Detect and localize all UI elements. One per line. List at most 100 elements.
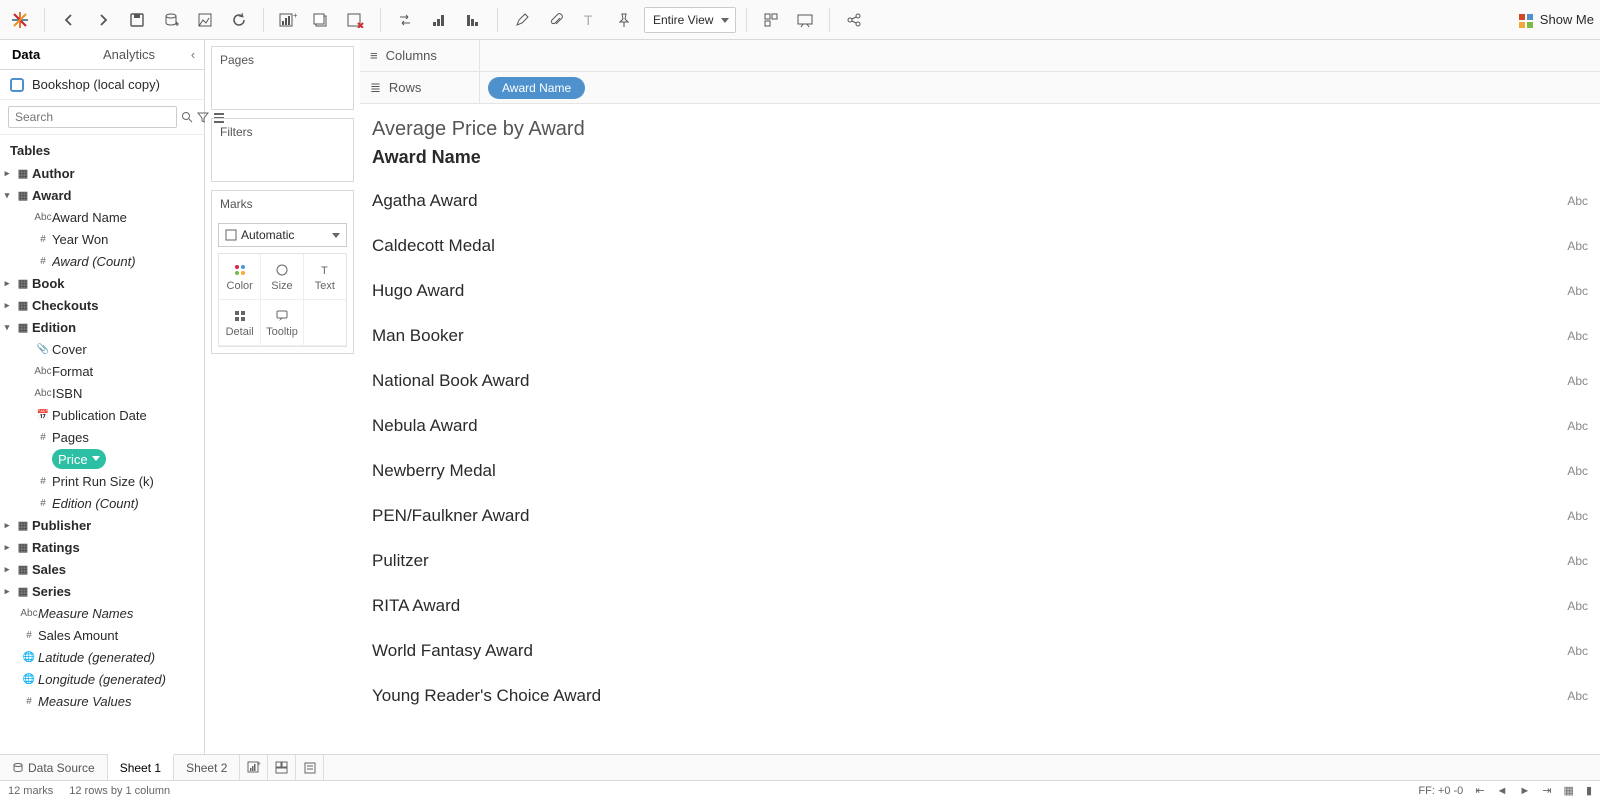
- viz-row[interactable]: PEN/Faulkner AwardAbc: [372, 493, 1588, 538]
- show-cards-icon[interactable]: [757, 6, 785, 34]
- duplicate-sheet-icon[interactable]: [308, 6, 336, 34]
- viz-row[interactable]: Agatha AwardAbc: [372, 178, 1588, 223]
- nav-prev-icon[interactable]: ◄: [1497, 785, 1508, 797]
- table-edition[interactable]: ▾▦Edition: [0, 316, 204, 338]
- sort-desc-icon[interactable]: [459, 6, 487, 34]
- collapse-sidebar-icon[interactable]: ‹: [182, 40, 204, 69]
- table-award[interactable]: ▾▦Award: [0, 184, 204, 206]
- field-format[interactable]: AbcFormat: [0, 360, 204, 382]
- table-checkouts[interactable]: ▸▦Checkouts: [0, 294, 204, 316]
- field-award-count-[interactable]: #Award (Count): [0, 250, 204, 272]
- tab-data[interactable]: Data: [0, 40, 91, 69]
- viz-row[interactable]: World Fantasy AwardAbc: [372, 628, 1588, 673]
- mark-color[interactable]: Color: [219, 254, 261, 300]
- rows-shelf[interactable]: ≣ Rows Award Name: [360, 72, 1600, 104]
- clear-sheet-icon[interactable]: [342, 6, 370, 34]
- nav-last-icon[interactable]: ⇥: [1542, 784, 1551, 797]
- viz-row[interactable]: Man BookerAbc: [372, 313, 1588, 358]
- viz-title[interactable]: Average Price by Award: [372, 118, 1588, 141]
- nav-first-icon[interactable]: ⇤: [1475, 784, 1484, 797]
- datasource-row[interactable]: Bookshop (local copy): [0, 70, 204, 100]
- save-icon[interactable]: [123, 6, 151, 34]
- show-me-button[interactable]: Show Me: [1518, 12, 1594, 27]
- text-icon[interactable]: T: [576, 6, 604, 34]
- viz-row[interactable]: Caldecott MedalAbc: [372, 223, 1588, 268]
- new-datasource-icon[interactable]: [157, 6, 185, 34]
- rows-icon: ≣: [370, 80, 381, 96]
- table-ratings[interactable]: ▸▦Ratings: [0, 536, 204, 558]
- fit-dropdown[interactable]: Entire View: [644, 7, 736, 33]
- swap-icon[interactable]: [391, 6, 419, 34]
- table-book[interactable]: ▸▦Book: [0, 272, 204, 294]
- pages-label: Pages: [212, 47, 353, 73]
- columns-shelf[interactable]: ≡Columns: [360, 40, 1600, 72]
- viz-canvas[interactable]: Average Price by Award Award Name Agatha…: [360, 104, 1600, 754]
- layout-grid-icon[interactable]: ▦: [1564, 784, 1574, 797]
- viz-row[interactable]: Newberry MedalAbc: [372, 448, 1588, 493]
- tab-analytics[interactable]: Analytics: [91, 40, 182, 69]
- highlight-icon[interactable]: [508, 6, 536, 34]
- rows-field-pill[interactable]: Award Name: [488, 77, 585, 99]
- new-sheet-icon[interactable]: +: [274, 6, 302, 34]
- field-edition-count-[interactable]: #Edition (Count): [0, 492, 204, 514]
- measure-sales-amount[interactable]: #Sales Amount: [0, 624, 204, 646]
- logo-icon[interactable]: [6, 6, 34, 34]
- field-award-name[interactable]: AbcAward Name: [0, 206, 204, 228]
- table-author[interactable]: ▸▦Author: [0, 162, 204, 184]
- field-price[interactable]: #Price: [0, 448, 204, 470]
- viz-row[interactable]: RITA AwardAbc: [372, 583, 1588, 628]
- attach-icon[interactable]: [542, 6, 570, 34]
- pages-shelf[interactable]: Pages: [211, 46, 354, 110]
- field-pages[interactable]: #Pages: [0, 426, 204, 448]
- mark-detail[interactable]: Detail: [219, 300, 261, 346]
- share-icon[interactable]: [840, 6, 868, 34]
- viz-row[interactable]: PulitzerAbc: [372, 538, 1588, 583]
- layout-single-icon[interactable]: ▮: [1586, 784, 1592, 797]
- forward-icon[interactable]: [89, 6, 117, 34]
- mark-type-label: Automatic: [241, 228, 294, 242]
- svg-text:T: T: [584, 12, 593, 28]
- field-year-won[interactable]: #Year Won: [0, 228, 204, 250]
- table-publisher[interactable]: ▸▦Publisher: [0, 514, 204, 536]
- field-cover[interactable]: 📎Cover: [0, 338, 204, 360]
- columns-label: Columns: [386, 48, 437, 63]
- datasource-name: Bookshop (local copy): [32, 77, 160, 92]
- mark-text[interactable]: TText: [304, 254, 346, 300]
- new-worksheet-icon[interactable]: +: [240, 755, 268, 780]
- field-print-run-size-k-[interactable]: #Print Run Size (k): [0, 470, 204, 492]
- viz-row[interactable]: National Book AwardAbc: [372, 358, 1588, 403]
- table-sales[interactable]: ▸▦Sales: [0, 558, 204, 580]
- table-series[interactable]: ▸▦Series: [0, 580, 204, 602]
- measure-measure-values[interactable]: #Measure Values: [0, 690, 204, 712]
- viz-row[interactable]: Nebula AwardAbc: [372, 403, 1588, 448]
- new-dashboard-icon[interactable]: [268, 755, 296, 780]
- new-story-icon[interactable]: [296, 755, 324, 780]
- tab-sheet-2[interactable]: Sheet 2: [174, 755, 240, 780]
- presentation-icon[interactable]: [791, 6, 819, 34]
- filters-shelf[interactable]: Filters: [211, 118, 354, 182]
- search-icon[interactable]: [181, 108, 193, 126]
- pin-icon[interactable]: [610, 6, 638, 34]
- refresh-icon[interactable]: [225, 6, 253, 34]
- tables-header: Tables: [0, 135, 204, 162]
- mark-size[interactable]: Size: [261, 254, 303, 300]
- viz-row[interactable]: Young Reader's Choice AwardAbc: [372, 673, 1588, 718]
- status-dims: 12 rows by 1 column: [69, 785, 170, 797]
- search-input[interactable]: [8, 106, 177, 128]
- mark-tooltip[interactable]: Tooltip: [261, 300, 303, 346]
- autoupdate-icon[interactable]: [191, 6, 219, 34]
- field-isbn[interactable]: AbcISBN: [0, 382, 204, 404]
- tab-sheet-1[interactable]: Sheet 1: [108, 754, 174, 780]
- nav-next-icon[interactable]: ►: [1519, 785, 1530, 797]
- sort-asc-icon[interactable]: [425, 6, 453, 34]
- viz-row[interactable]: Hugo AwardAbc: [372, 268, 1588, 313]
- tab-data-source[interactable]: Data Source: [0, 755, 108, 780]
- measure-latitude-generated-[interactable]: 🌐Latitude (generated): [0, 646, 204, 668]
- measure-longitude-generated-[interactable]: 🌐Longitude (generated): [0, 668, 204, 690]
- back-icon[interactable]: [55, 6, 83, 34]
- rows-label: Rows: [389, 80, 422, 95]
- measure-measure-names[interactable]: AbcMeasure Names: [0, 602, 204, 624]
- mark-type-dropdown[interactable]: Automatic: [218, 223, 347, 247]
- field-publication-date[interactable]: 📅Publication Date: [0, 404, 204, 426]
- fit-dropdown-label: Entire View: [653, 13, 713, 27]
